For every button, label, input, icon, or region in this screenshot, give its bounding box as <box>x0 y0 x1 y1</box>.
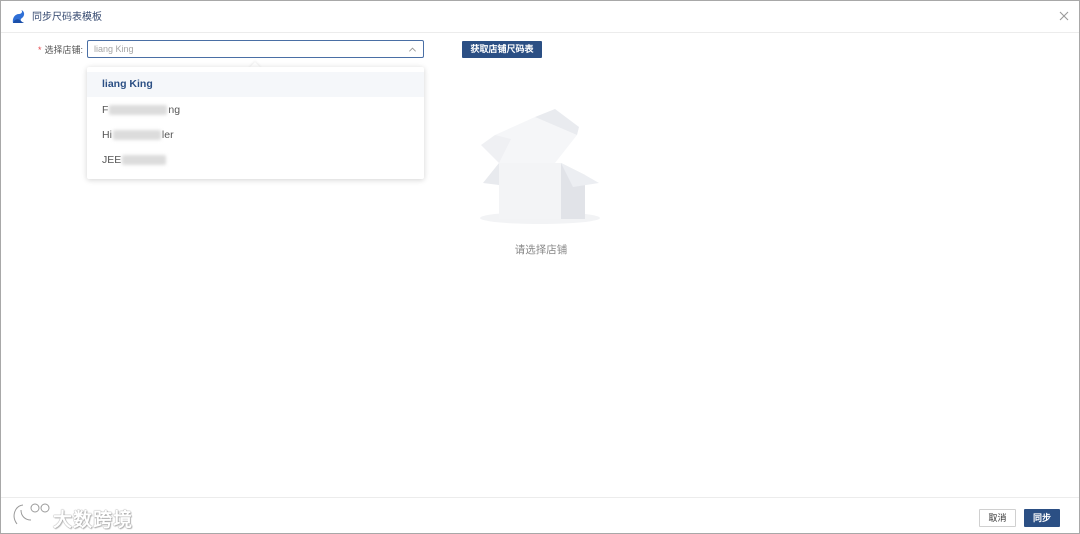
dialog-title: 同步尺码表模板 <box>32 12 102 23</box>
store-option-3[interactable]: Hi ler <box>87 123 424 148</box>
watermark-text: 大数跨境 <box>53 510 134 531</box>
store-option-1[interactable]: liang King <box>87 72 424 97</box>
store-option-label-start: F <box>102 104 109 116</box>
store-field-label: * 选择店铺: <box>38 44 83 56</box>
store-select-value: liang King <box>94 44 134 54</box>
store-option-label-end: ng <box>168 104 181 116</box>
store-dropdown-menu: liang King Fng Hi ler JEE <box>87 67 424 179</box>
cancel-button[interactable]: 取消 <box>979 509 1016 527</box>
chevron-up-icon <box>409 47 416 52</box>
sync-button[interactable]: 同步 <box>1024 509 1060 527</box>
redacted-text <box>112 130 161 141</box>
redacted-text <box>109 105 168 116</box>
swan-logo-icon <box>12 10 25 23</box>
required-mark: * <box>38 45 42 55</box>
empty-box-icon <box>480 109 600 224</box>
store-option-label-start: JEE <box>102 154 122 166</box>
fetch-store-size-chart-button[interactable]: 获取店铺尺码表 <box>462 41 542 58</box>
store-label-text: 选择店铺: <box>44 45 84 55</box>
footer-divider <box>1 497 1079 498</box>
store-option-label-start: Hi <box>102 129 112 141</box>
store-option-label: liang King <box>102 78 153 90</box>
store-option-4[interactable]: JEE <box>87 148 424 173</box>
redacted-text <box>122 155 167 166</box>
empty-state-text: 请选择店铺 <box>514 244 568 256</box>
store-option-label-end: ler <box>161 129 174 141</box>
dialog-window: 同步尺码表模板 * 选择店铺: liang King 获取店铺尺码表 liang … <box>0 0 1080 534</box>
dialog-titlebar: 同步尺码表模板 <box>1 1 1079 33</box>
store-option-2[interactable]: Fng <box>87 98 424 123</box>
store-select[interactable]: liang King <box>87 40 424 58</box>
close-icon[interactable] <box>1057 9 1071 23</box>
